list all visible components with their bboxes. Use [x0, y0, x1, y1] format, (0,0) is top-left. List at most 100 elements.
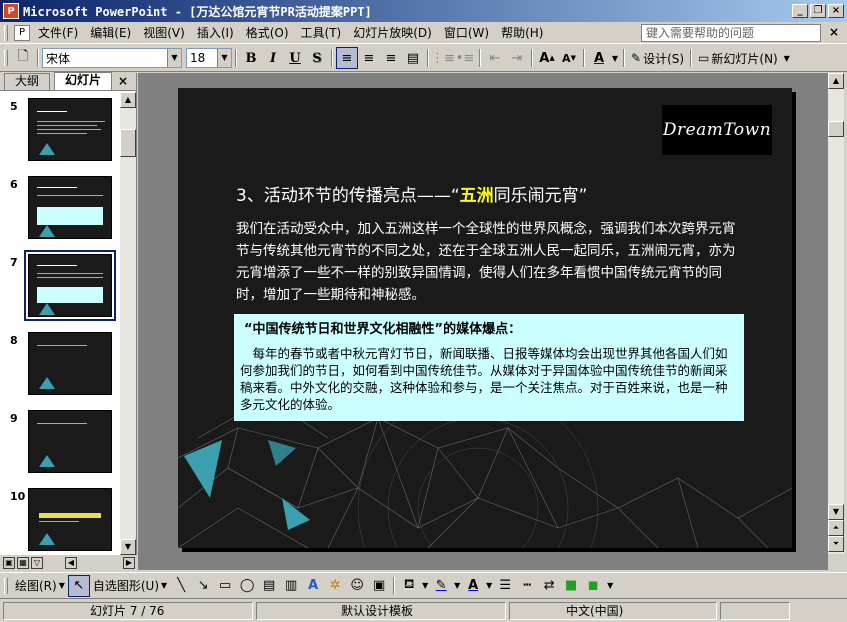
diagram-icon[interactable]: ✲	[324, 575, 346, 597]
increase-font-size-icon[interactable]: A ▲	[536, 47, 558, 69]
panel-scrollbar[interactable]: ▲ ▼	[120, 92, 136, 555]
slideshow-icon[interactable]: ▽	[31, 557, 43, 569]
slide-thumbnail-10[interactable]: 10	[0, 486, 118, 552]
tab-outline[interactable]: 大纲	[4, 73, 51, 90]
slide-thumbnail-8[interactable]: 8	[0, 330, 118, 400]
next-slide-icon[interactable]: ⏷	[828, 536, 844, 552]
menu-edit[interactable]: 编辑(E)	[84, 22, 137, 43]
scroll-thumb[interactable]	[828, 121, 844, 137]
toolbar-grip[interactable]	[4, 50, 8, 66]
numbered-list-icon[interactable]: ⋮≡	[431, 47, 455, 69]
chevron-down-icon[interactable]: ▼	[452, 575, 462, 597]
toolbar-grip[interactable]	[4, 24, 8, 41]
arrow-tool-icon[interactable]: ↘	[192, 575, 214, 597]
scroll-left-icon[interactable]: ◀	[65, 557, 77, 569]
thumbnail-image	[28, 410, 112, 473]
autoshapes-button[interactable]: 自选图形(U) ▼	[90, 577, 170, 594]
scroll-down-icon[interactable]: ▼	[828, 504, 844, 520]
3d-style-icon[interactable]: ◼	[582, 575, 604, 597]
scroll-up-icon[interactable]: ▲	[120, 92, 136, 108]
chevron-down-icon[interactable]: ▼	[610, 47, 620, 69]
font-color-icon[interactable]: A	[462, 575, 484, 597]
bullet-list-icon[interactable]: •≡	[454, 47, 476, 69]
slide-thumbnail-6[interactable]: 6	[0, 174, 118, 244]
slide-thumbnail-9[interactable]: 9	[0, 408, 118, 478]
slide-thumbnail-5[interactable]: 5	[0, 96, 118, 166]
shadow-style-icon[interactable]: ■	[560, 575, 582, 597]
oval-tool-icon[interactable]: ◯	[236, 575, 258, 597]
increase-indent-icon[interactable]: ⇥	[506, 47, 528, 69]
line-color-icon[interactable]: ✎	[430, 575, 452, 597]
menu-tools[interactable]: 工具(T)	[295, 22, 348, 43]
design-button[interactable]: ✎ 设计(S)	[628, 50, 687, 67]
italic-button[interactable]: I	[262, 47, 284, 69]
restore-button[interactable]: ❐	[810, 4, 826, 18]
vertical-textbox-icon[interactable]: ▥	[280, 575, 302, 597]
menu-help[interactable]: 帮助(H)	[495, 22, 549, 43]
menu-window[interactable]: 窗口(W)	[438, 22, 495, 43]
menu-format[interactable]: 格式(O)	[240, 22, 295, 43]
slide-sorter-icon[interactable]: ▦	[17, 557, 29, 569]
fill-color-icon[interactable]: ⛾	[398, 575, 420, 597]
chevron-down-icon[interactable]: ▼	[217, 49, 231, 67]
justify-icon[interactable]: ▤	[402, 47, 424, 69]
dash-style-icon[interactable]: ┅	[516, 575, 538, 597]
design-template[interactable]: 默认设计模板	[256, 601, 506, 620]
textbox-tool-icon[interactable]: ▤	[258, 575, 280, 597]
close-document-icon[interactable]: ×	[829, 25, 839, 39]
align-center-icon[interactable]: ≡	[358, 47, 380, 69]
font-size-select[interactable]: 18 ▼	[186, 48, 232, 68]
scroll-up-icon[interactable]: ▲	[828, 73, 844, 89]
minimize-button[interactable]: _	[792, 4, 808, 18]
close-button[interactable]: ×	[828, 4, 844, 18]
rectangle-tool-icon[interactable]: ▭	[214, 575, 236, 597]
wordart-icon[interactable]: A	[302, 575, 324, 597]
close-icon[interactable]: ×	[118, 74, 128, 88]
picture-icon[interactable]: ▣	[368, 575, 390, 597]
normal-view-icon[interactable]: ▣	[3, 557, 15, 569]
align-left-icon[interactable]: ≡	[336, 47, 358, 69]
font-name-select[interactable]: 宋体 ▼	[42, 48, 182, 68]
select-pointer-icon[interactable]: ↖	[67, 574, 90, 597]
scroll-down-icon[interactable]: ▼	[120, 539, 136, 555]
slide-scrollbar[interactable]: ▲ ▼ ⏶ ⏷	[828, 73, 844, 554]
menu-file[interactable]: 文件(F)	[32, 22, 84, 43]
bold-button[interactable]: B	[240, 47, 262, 69]
decrease-indent-icon[interactable]: ⇤	[484, 47, 506, 69]
draw-menu-button[interactable]: 绘图(R) ▼	[12, 577, 68, 594]
chevron-down-icon: ▼	[161, 581, 168, 590]
toolbar-grip[interactable]	[4, 577, 8, 594]
line-style-icon[interactable]: ☰	[494, 575, 516, 597]
menu-insert[interactable]: 插入(I)	[191, 22, 240, 43]
scroll-right-icon[interactable]: ▶	[123, 557, 135, 569]
chevron-down-icon[interactable]: ▼	[484, 575, 494, 597]
document-icon[interactable]: P	[14, 24, 30, 41]
media-highlight-box[interactable]: “中国传统节日和世界文化相融性”的媒体爆点： 每年的春节或者中秋元宵灯节日，新闻…	[234, 314, 744, 421]
align-right-icon[interactable]: ≡	[380, 47, 402, 69]
powerpoint-app-icon[interactable]: P	[3, 3, 19, 19]
slide-thumbnail-7[interactable]: 7	[0, 250, 118, 322]
new-slide-button[interactable]: ▭ 新幻灯片(N)	[695, 50, 781, 67]
clipart-icon[interactable]: ☺	[346, 575, 368, 597]
chevron-down-icon[interactable]: ▼	[420, 575, 430, 597]
previous-slide-icon[interactable]: ⏶	[828, 520, 844, 536]
decrease-font-size-icon[interactable]: A ▼	[558, 47, 580, 69]
slide-heading[interactable]: 3、活动环节的传播亮点——“五洲同乐闹元宵”	[236, 181, 587, 206]
scroll-thumb[interactable]	[120, 129, 136, 157]
chevron-down-icon[interactable]: ▼	[167, 49, 181, 67]
menu-slideshow[interactable]: 幻灯片放映(D)	[347, 22, 438, 43]
tab-slides[interactable]: 幻灯片	[54, 72, 113, 90]
menu-view[interactable]: 视图(V)	[137, 22, 191, 43]
new-document-icon[interactable]: 🗋	[12, 47, 34, 69]
current-slide[interactable]: DreamTown 3、活动环节的传播亮点——“五洲同乐闹元宵” 我们在活动受众…	[178, 88, 792, 548]
toolbar-options-icon[interactable]: ▼	[781, 47, 793, 69]
slides-panel: 大纲 幻灯片 × 5 6 7 8 9 10 ▲ ▼	[0, 72, 137, 570]
toolbar-options-icon[interactable]: ▼	[604, 575, 616, 597]
help-search-input[interactable]	[641, 24, 821, 42]
font-color-icon[interactable]: A	[588, 47, 610, 69]
slide-body-text[interactable]: 我们在活动受众中，加入五洲这样一个全球性的世界风概念，强调我们本次跨界元宵节与传…	[236, 218, 746, 306]
shadow-button[interactable]: S	[306, 47, 328, 69]
arrow-style-icon[interactable]: ⇄	[538, 575, 560, 597]
underline-button[interactable]: U	[284, 47, 306, 69]
line-tool-icon[interactable]: ╲	[170, 575, 192, 597]
